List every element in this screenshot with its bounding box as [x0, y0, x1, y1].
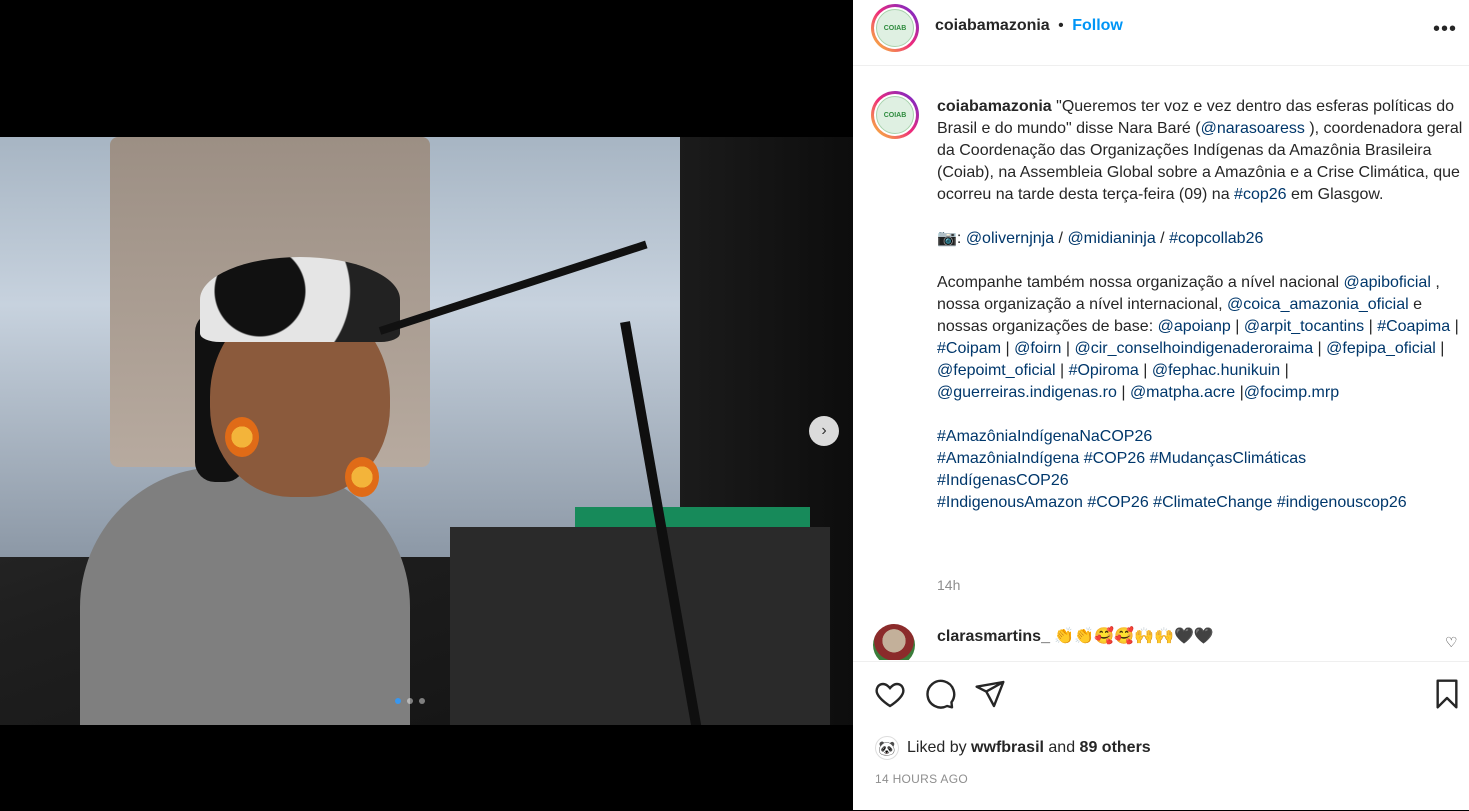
author-username[interactable]: coiabamazonia: [935, 17, 1050, 34]
caption-text: |: [1450, 318, 1459, 335]
mention-link[interactable]: @foirn: [1014, 340, 1061, 357]
share-paper-plane-icon[interactable]: [974, 678, 1006, 710]
caption-username[interactable]: coiabamazonia: [937, 98, 1052, 115]
caption-text: |: [1116, 384, 1130, 401]
caption-avatar[interactable]: COIAB: [871, 91, 919, 139]
carousel-next-button[interactable]: ›: [809, 416, 839, 446]
mention-link[interactable]: @arpit_tocantins: [1244, 318, 1364, 335]
like-comment-heart-icon[interactable]: ♡: [1445, 634, 1458, 651]
mention-link[interactable]: @midianinja: [1067, 230, 1155, 247]
hashtag-link[interactable]: #Coapima: [1377, 318, 1450, 335]
carousel-indicator: [395, 698, 425, 704]
hashtag-link[interactable]: #copcollab26: [1169, 230, 1263, 247]
likes-count-link[interactable]: 89 others: [1080, 739, 1151, 756]
mention-link[interactable]: @matpha.acre: [1130, 384, 1235, 401]
post-actions: 🐼 Liked by wwfbrasil and 89 others 14 HO…: [853, 661, 1469, 811]
mention-link[interactable]: @guerreiras.indigenas.ro: [937, 384, 1117, 401]
mention-link[interactable]: @focimp.mrp: [1244, 384, 1339, 401]
avatar-logo-text: COIAB: [876, 9, 914, 47]
hashtag-link[interactable]: #Opiroma: [1069, 362, 1139, 379]
mention-link[interactable]: @fepipa_oficial: [1326, 340, 1436, 357]
hashtag-link[interactable]: #indigenouscop26: [1277, 494, 1407, 511]
comment-text: 👏👏🥰🥰🙌🙌🖤🖤: [1049, 628, 1214, 645]
chevron-right-icon: ›: [821, 422, 827, 439]
commenter-avatar[interactable]: [873, 624, 915, 660]
caption-text: |: [1313, 340, 1327, 357]
hashtag-link[interactable]: #MudançasClimáticas: [1150, 450, 1307, 467]
mention-link[interactable]: @olivernjnja: [966, 230, 1054, 247]
caption-text: /: [1054, 230, 1068, 247]
caption-text: |: [1364, 318, 1378, 335]
liker-avatar-icon[interactable]: 🐼: [875, 736, 899, 760]
hashtag-link[interactable]: #Coipam: [937, 340, 1001, 357]
comment-bubble-icon[interactable]: [924, 678, 956, 710]
mention-link[interactable]: @cir_conselhoindigenaderoraima: [1075, 340, 1314, 357]
mention-link[interactable]: @narasoaress: [1201, 120, 1305, 137]
carousel-dot: [395, 698, 401, 704]
hashtag-link[interactable]: #AmazôniaIndígenaNaCOP26: [937, 428, 1152, 445]
hashtag-link[interactable]: #COP26: [1087, 494, 1148, 511]
hashtag-link[interactable]: #AmazôniaIndígena: [937, 450, 1079, 467]
carousel-dot: [407, 698, 413, 704]
header-user: coiabamazonia • Follow: [935, 17, 1123, 35]
caption-text: |: [1280, 362, 1289, 379]
likes-prefix: Liked by: [907, 739, 972, 756]
mention-link[interactable]: @fepoimt_oficial: [937, 362, 1056, 379]
follow-button[interactable]: Follow: [1072, 17, 1123, 34]
liker-username[interactable]: wwfbrasil: [971, 739, 1044, 756]
caption-text: |: [1061, 340, 1075, 357]
camera-icon: 📷:: [937, 230, 966, 247]
hashtag-link[interactable]: #cop26: [1234, 186, 1287, 203]
likes-middle: and: [1043, 739, 1080, 756]
caption-time[interactable]: 14h: [937, 577, 960, 593]
speaker: [60, 257, 430, 725]
more-options-icon[interactable]: •••: [1433, 18, 1457, 41]
author-avatar[interactable]: COIAB: [871, 4, 919, 52]
caption-text: Acompanhe também nossa organização a nív…: [937, 274, 1344, 291]
post-media: ›: [0, 0, 853, 810]
caption-text: |: [1001, 340, 1015, 357]
carousel-dot: [419, 698, 425, 704]
hashtag-link[interactable]: #IndígenasCOP26: [937, 472, 1069, 489]
comments-section: COIAB coiabamazonia "Queremos ter voz e …: [853, 66, 1469, 660]
caption-text: |: [1138, 362, 1152, 379]
mention-link[interactable]: @apiboficial: [1343, 274, 1430, 291]
caption-text: em Glasgow.: [1286, 186, 1384, 203]
mention-link[interactable]: @apoianp: [1158, 318, 1231, 335]
likes-text: Liked by wwfbrasil and 89 others: [907, 739, 1151, 757]
separator: •: [1058, 17, 1064, 34]
podium: [450, 527, 830, 725]
caption-text: /: [1155, 230, 1170, 247]
comment-username[interactable]: clarasmartins_: [937, 628, 1050, 645]
post-header: COIAB coiabamazonia • Follow •••: [853, 0, 1469, 66]
post-caption: coiabamazonia "Queremos ter voz e vez de…: [937, 96, 1465, 514]
likes-summary: 🐼 Liked by wwfbrasil and 89 others: [875, 736, 1151, 760]
post-side-panel: COIAB coiabamazonia • Follow ••• COIAB c…: [853, 0, 1469, 810]
comment-body: clarasmartins_ 👏👏🥰🥰🙌🙌🖤🖤: [937, 626, 1214, 646]
caption-text: |: [1235, 384, 1244, 401]
like-heart-icon[interactable]: [874, 678, 906, 710]
avatar-logo-text: COIAB: [876, 96, 914, 134]
mention-link[interactable]: @coica_amazonia_oficial: [1227, 296, 1409, 313]
hashtag-link[interactable]: #IndigenousAmazon: [937, 494, 1083, 511]
caption-text: |: [1230, 318, 1244, 335]
hashtag-link[interactable]: #COP26: [1084, 450, 1145, 467]
caption-text: |: [1435, 340, 1445, 357]
caption-text: |: [1055, 362, 1069, 379]
save-bookmark-icon[interactable]: [1431, 678, 1463, 710]
comment-item: clarasmartins_ 👏👏🥰🥰🙌🙌🖤🖤 ♡: [873, 624, 1469, 660]
hashtag-link[interactable]: #ClimateChange: [1153, 494, 1272, 511]
post-timestamp[interactable]: 14 HOURS AGO: [875, 772, 968, 786]
mention-link[interactable]: @fephac.hunikuin: [1152, 362, 1280, 379]
post-photo[interactable]: [0, 137, 853, 725]
